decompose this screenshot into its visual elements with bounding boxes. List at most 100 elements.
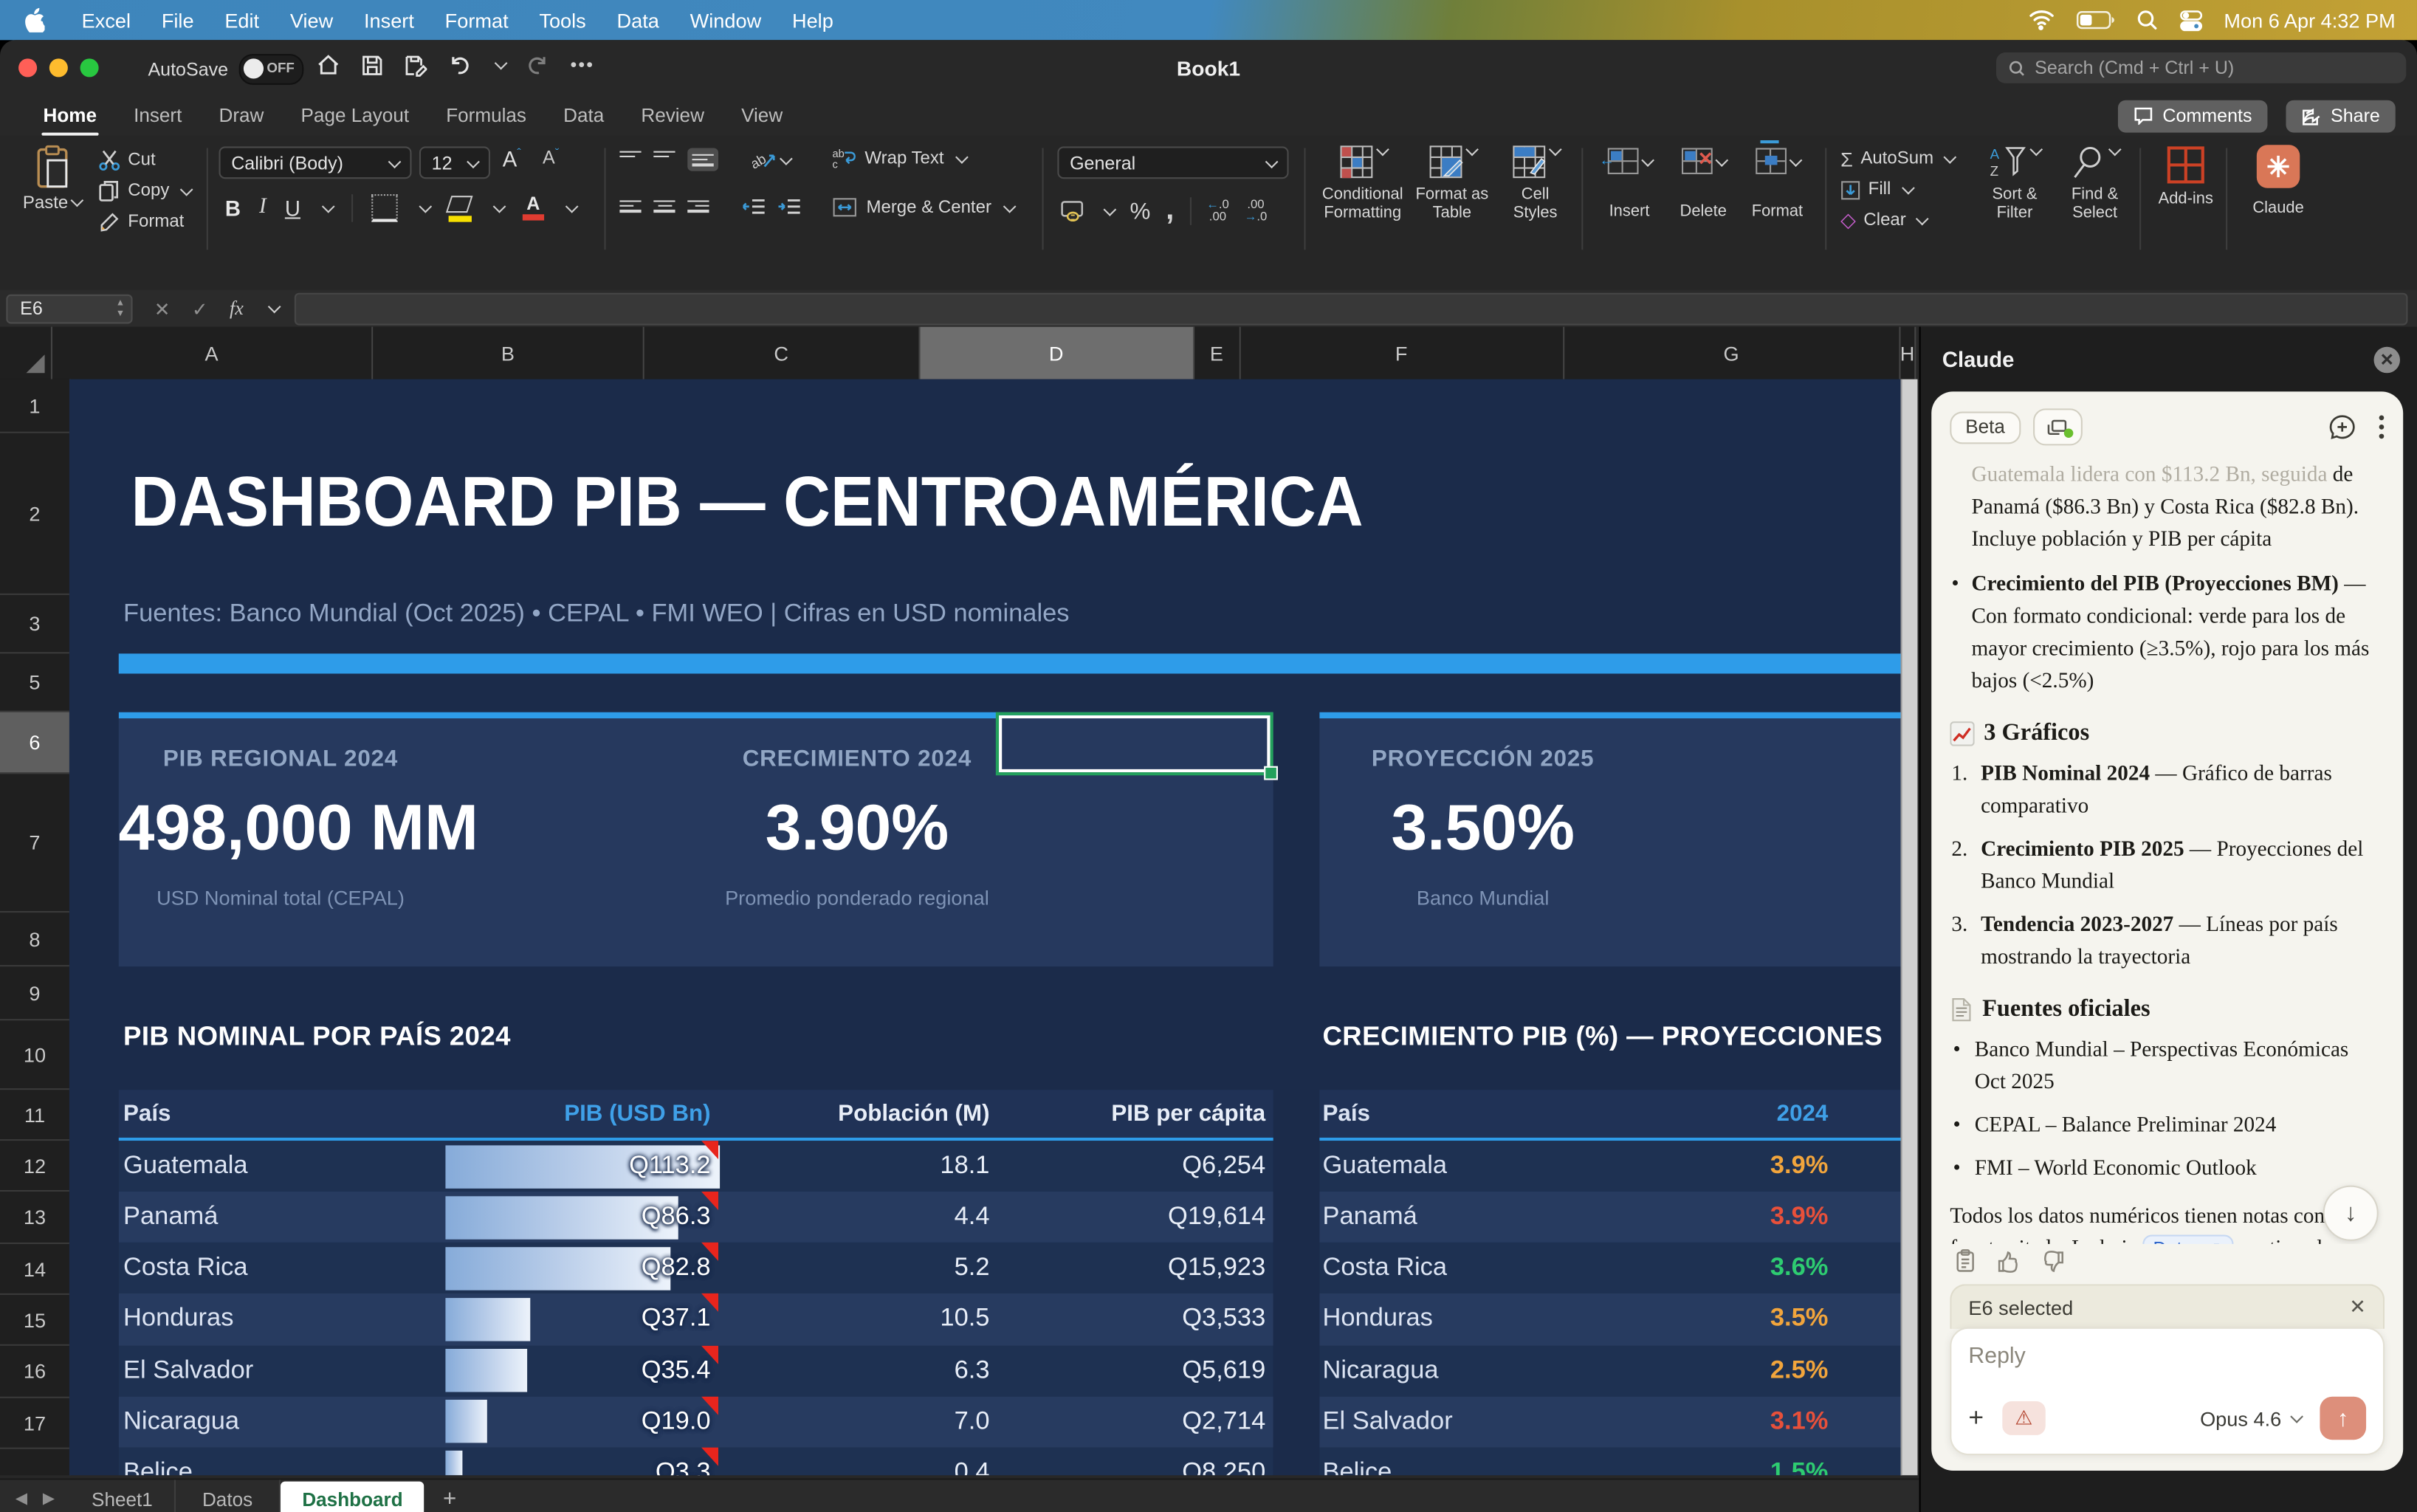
country-cell[interactable]: Guatemala [119,1152,444,1181]
selected-cell-e6[interactable] [996,712,1273,776]
select-all-corner[interactable] [0,327,52,379]
reply-input[interactable]: Reply [1968,1344,2366,1369]
column-header[interactable]: A [52,327,372,379]
menu-item[interactable]: Window [675,8,777,31]
insert-cells-button[interactable]: ← Insert [1594,148,1665,221]
row-header[interactable]: 2 [0,433,69,595]
row-header[interactable]: 6 [0,712,69,774]
format-as-table-button[interactable]: Format as Table [1412,145,1493,221]
table-row[interactable]: Costa Rica 3.6% [1319,1243,1900,1294]
claude-addin-button[interactable]: Claude [2238,145,2319,218]
row-header[interactable]: 17 [0,1398,69,1449]
growth-cell[interactable]: 3.9% [1646,1152,1828,1181]
column-header[interactable]: H [1900,327,1916,379]
delete-cells-button[interactable]: ✕ Delete [1668,148,1739,221]
population-cell[interactable]: 6.3 [718,1356,996,1386]
align-left-icon[interactable] [619,197,641,217]
row-header[interactable]: 7 [0,774,69,913]
table-row[interactable]: Panamá Q86.3 4.4 Q19,614 [119,1192,1273,1243]
attach-button[interactable]: + [1968,1403,1984,1434]
row-header[interactable]: 8 [0,913,69,966]
find-select-button[interactable]: Find & Select [2060,145,2131,221]
menu-item[interactable]: Edit [209,8,275,31]
ribbon-tab[interactable]: Data [548,99,619,133]
battery-icon[interactable] [2076,11,2114,30]
left-table-title[interactable]: PIB NOMINAL POR PAÍS 2024 [123,1020,511,1053]
fill-color-button[interactable] [448,195,471,221]
cancel-entry-icon[interactable]: ✕ [154,297,171,320]
column-header[interactable]: B [373,327,644,379]
country-cell[interactable]: Guatemala [1319,1152,1646,1181]
country-cell[interactable]: El Salvador [119,1356,444,1386]
increase-indent-icon[interactable] [778,197,801,217]
cell-styles-button[interactable]: Cell Styles [1499,145,1572,221]
percapita-cell[interactable]: Q15,923 [996,1254,1273,1283]
formula-input[interactable] [295,292,2408,325]
table-row[interactable]: El Salvador 3.1% [1319,1396,1900,1447]
conditional-formatting-button[interactable]: Conditional Formatting [1319,145,1406,221]
more-options-icon[interactable] [2379,415,2385,439]
growth-cell[interactable]: 3.1% [1646,1407,1828,1437]
row-header[interactable]: 9 [0,966,69,1020]
format-cells-button[interactable]: Format [1742,148,1812,221]
align-right-icon[interactable] [687,197,709,217]
ribbon-tab[interactable]: Review [625,99,719,133]
sheet-tab[interactable]: Dashboard [281,1482,424,1512]
wrap-text-button[interactable]: abc Wrap Text [833,148,967,168]
orientation-button[interactable]: ab [752,148,791,171]
search-box[interactable]: Search (Cmd + Ctrl + U) [1996,52,2406,83]
population-cell[interactable]: 4.4 [718,1203,996,1232]
autosum-button[interactable]: Σ AutoSum [1840,143,1955,174]
country-cell[interactable]: Honduras [119,1305,444,1334]
pib-cell[interactable]: Q113.2 [444,1141,718,1192]
percapita-cell[interactable]: Q3,533 [996,1305,1273,1334]
row-header[interactable]: 10 [0,1020,69,1090]
ribbon-tab[interactable]: Home [28,99,112,133]
ribbon-tab[interactable]: Draw [204,99,280,133]
new-chat-icon[interactable] [2328,413,2357,441]
accounting-format-icon[interactable] [1061,200,1085,221]
font-color-button[interactable]: A [523,196,544,220]
clear-button[interactable]: ◇ Clear [1840,205,1955,236]
country-cell[interactable]: Costa Rica [1319,1254,1646,1283]
ribbon-tab[interactable]: Insert [118,99,197,133]
row-header[interactable]: 16 [0,1346,69,1398]
align-top-icon[interactable] [619,148,641,171]
percapita-cell[interactable]: Q19,614 [996,1203,1273,1232]
warning-badge[interactable]: ⚠ [2002,1401,2045,1435]
underline-chevron-icon[interactable] [322,200,335,213]
percapita-cell[interactable]: Q8,250 [996,1458,1273,1475]
growth-cell[interactable]: 3.9% [1646,1203,1828,1232]
country-cell[interactable]: Panamá [119,1203,444,1232]
country-cell[interactable]: Belice [119,1458,444,1475]
column-header[interactable]: E [1194,327,1240,379]
column-header[interactable]: C [644,327,919,379]
borders-chevron-icon[interactable] [419,200,432,213]
table-row[interactable]: Guatemala Q113.2 18.1 Q6,254 [119,1141,1273,1192]
pib-cell[interactable]: Q35.4 [444,1345,718,1396]
decrease-indent-icon[interactable] [743,197,766,217]
comma-style-button[interactable]: , [1166,204,1174,219]
pib-cell[interactable]: Q86.3 [444,1192,718,1243]
sheet-tab[interactable]: Sheet1 [70,1480,176,1512]
spotlight-search-icon[interactable] [2136,10,2157,31]
row-header[interactable]: 1 [0,379,69,433]
row-header[interactable]: 13 [0,1192,69,1244]
row-header[interactable]: 18 [0,1449,69,1475]
dashboard-title[interactable]: DASHBOARD PIB — CENTROAMÉRICA [131,459,1363,543]
percent-style-button[interactable]: % [1130,198,1151,224]
ribbon-tab[interactable]: View [726,99,798,133]
dismiss-selection-icon[interactable]: ✕ [2349,1295,2366,1319]
wifi-icon[interactable] [2028,10,2054,31]
column-header[interactable]: F [1240,327,1564,379]
thumbs-up-icon[interactable] [1996,1249,2021,1272]
scroll-to-bottom-button[interactable]: ↓ [2323,1186,2379,1241]
table-row[interactable]: Belice 1.5% [1319,1447,1900,1475]
close-panel-icon[interactable]: ✕ [2374,346,2400,372]
population-cell[interactable]: 0.4 [718,1458,996,1475]
menu-item[interactable]: File [146,8,210,31]
growth-cell[interactable]: 1.5% [1646,1458,1828,1475]
menu-item[interactable]: View [275,8,348,31]
datos-sheet-link[interactable]: Datos ↗ [2142,1234,2233,1244]
send-button[interactable]: ↑ [2320,1397,2366,1440]
